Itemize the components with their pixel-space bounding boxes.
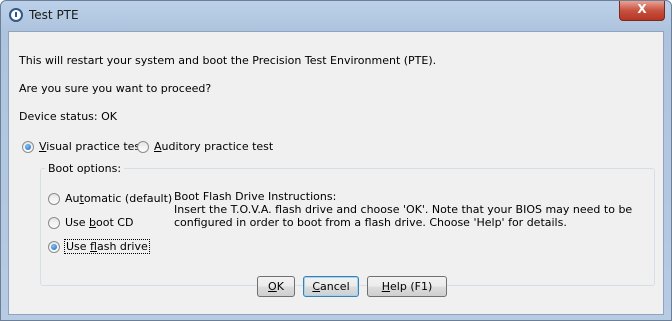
visual-practice-test-label: Visual practice test [39, 140, 145, 153]
close-button[interactable]: X [619, 1, 665, 21]
ok-button[interactable]: OK [257, 276, 295, 297]
flash-drive-label: Use flash drive [64, 239, 150, 254]
flash-drive-instructions: Boot Flash Drive Instructions: Insert th… [174, 190, 644, 229]
automatic-boot-radio[interactable]: Automatic (default) [48, 192, 172, 205]
confirm-question: Are you sure you want to proceed? [19, 82, 212, 95]
boot-cd-label: Use boot CD [65, 216, 134, 229]
boot-cd-radio[interactable]: Use boot CD [48, 216, 133, 229]
cancel-button[interactable]: Cancel [303, 276, 359, 297]
automatic-boot-label: Automatic (default) [65, 192, 173, 205]
help-button[interactable]: Help (F1) [367, 276, 447, 297]
radio-unchecked-icon[interactable] [48, 216, 60, 229]
radio-unchecked-icon[interactable] [48, 192, 60, 205]
instructions-body: Insert the T.O.V.A. flash drive and choo… [174, 203, 633, 229]
restart-message: This will restart your system and boot t… [19, 54, 437, 67]
dialog-content: This will restart your system and boot t… [8, 31, 664, 315]
device-status: Device status: OK [19, 110, 117, 123]
auditory-practice-test-label: Auditory practice test [154, 140, 274, 153]
instructions-title: Boot Flash Drive Instructions: [174, 190, 337, 203]
visual-practice-test-radio[interactable]: Visual practice test [22, 140, 144, 153]
dialog-window: Test PTE X This will restart your system… [0, 0, 672, 321]
window-title: Test PTE [29, 8, 79, 22]
radio-checked-icon[interactable] [48, 240, 60, 253]
radio-unchecked-icon[interactable] [137, 140, 149, 153]
app-icon [9, 8, 23, 22]
flash-drive-radio[interactable]: Use flash drive [48, 239, 150, 254]
title-bar[interactable]: Test PTE X [1, 1, 671, 31]
radio-checked-icon[interactable] [22, 140, 34, 153]
boot-options-legend: Boot options: [45, 162, 125, 175]
auditory-practice-test-radio[interactable]: Auditory practice test [137, 140, 273, 153]
